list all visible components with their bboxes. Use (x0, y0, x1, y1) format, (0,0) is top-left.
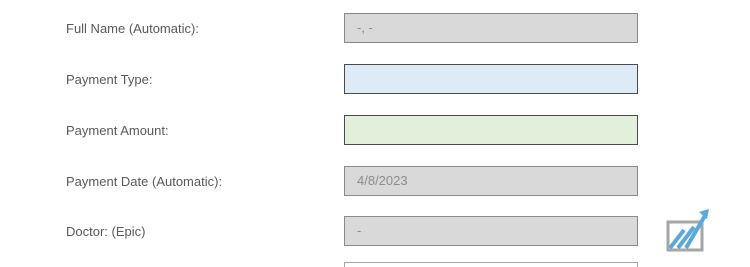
chart-growth-logo-icon (666, 209, 709, 252)
doctor-label: Doctor: (Epic) (66, 224, 146, 239)
payment-amount-field[interactable] (344, 115, 638, 145)
next-field-partial[interactable] (344, 262, 638, 267)
payment-type-field[interactable] (344, 64, 638, 94)
payment-date-label: Payment Date (Automatic): (66, 174, 223, 189)
payment-type-label: Payment Type: (66, 72, 153, 87)
payment-form: Full Name (Automatic): -, - Payment Type… (0, 0, 750, 267)
full-name-field[interactable]: -, - (344, 13, 638, 43)
payment-amount-label: Payment Amount: (66, 123, 169, 138)
full-name-label: Full Name (Automatic): (66, 21, 199, 36)
payment-date-field[interactable]: 4/8/2023 (344, 166, 638, 196)
doctor-field[interactable]: - (344, 216, 638, 246)
